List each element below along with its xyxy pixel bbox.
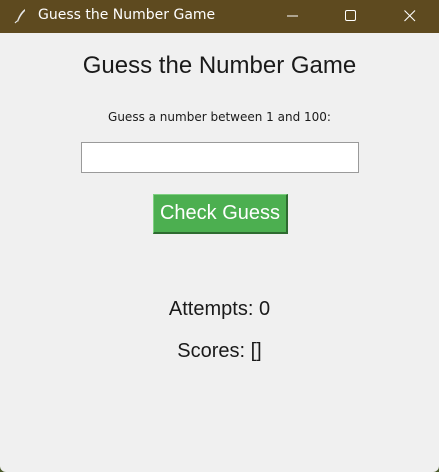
scores-display: Scores: [] xyxy=(0,340,439,363)
scores-value: [] xyxy=(250,340,262,362)
close-button[interactable] xyxy=(387,0,433,33)
close-icon xyxy=(404,10,416,22)
maximize-button[interactable] xyxy=(328,0,374,33)
app-window: Guess the Number Game Guess the Number G… xyxy=(0,0,439,472)
title-bar[interactable]: Guess the Number Game xyxy=(0,0,439,33)
window-title: Guess the Number Game xyxy=(38,7,216,23)
scores-label: Scores: xyxy=(177,340,246,362)
attempts-value: 0 xyxy=(258,298,271,320)
minimize-icon xyxy=(287,15,298,17)
guess-input[interactable] xyxy=(81,142,359,173)
guess-prompt: Guess a number between 1 and 100: xyxy=(108,110,331,124)
game-heading: Guess the Number Game xyxy=(82,52,357,79)
minimize-button[interactable] xyxy=(270,0,316,33)
maximize-icon xyxy=(345,10,356,21)
attempts-display: Attempts: 0 xyxy=(0,298,439,321)
attempts-label: Attempts: xyxy=(168,298,254,320)
feather-icon xyxy=(13,8,29,24)
check-guess-button[interactable]: Check Guess xyxy=(153,194,288,234)
